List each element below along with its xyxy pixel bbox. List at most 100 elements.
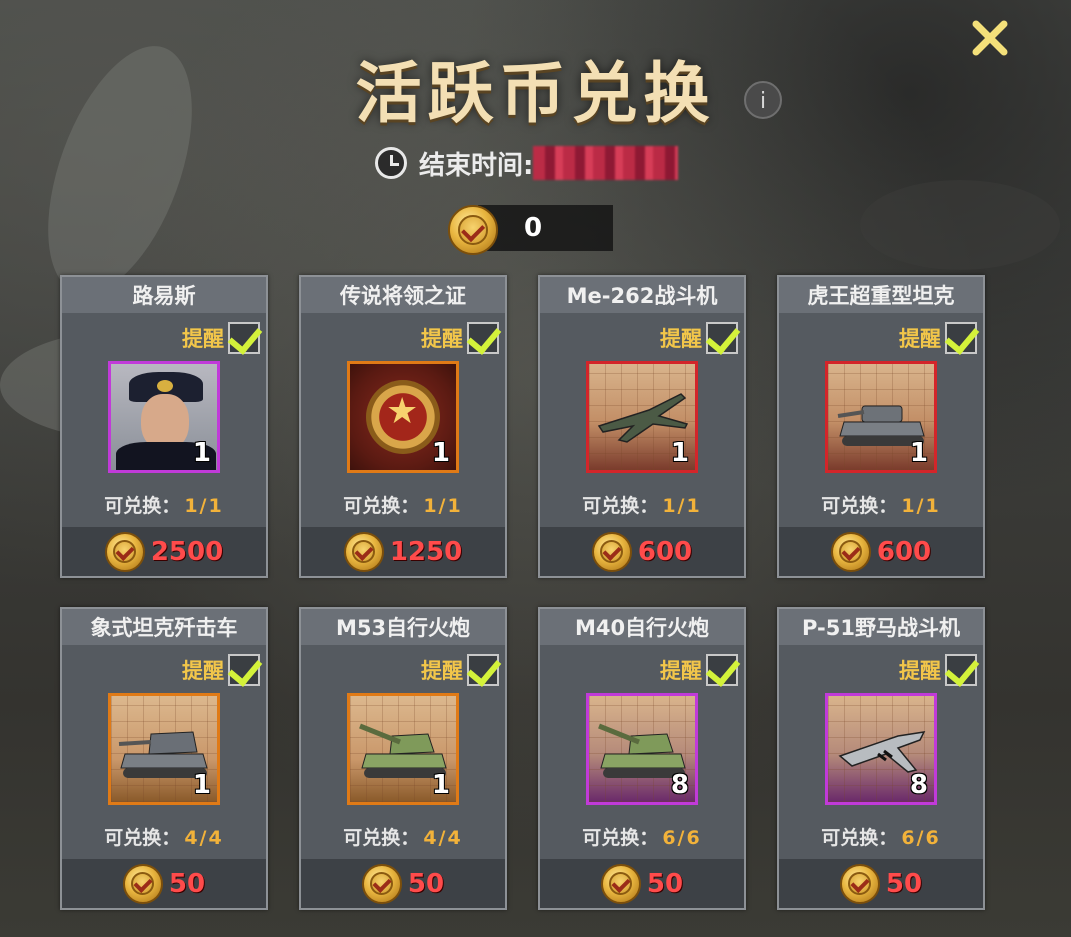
price-value: 50 [168,868,206,899]
exchange-price-button[interactable]: 50 [779,859,983,908]
reminder-checkbox[interactable] [227,651,263,687]
reminder-toggle[interactable]: 提醒 [421,319,502,355]
reminder-checkbox[interactable] [466,319,502,355]
price-value: 1250 [389,536,463,567]
checkmark-icon [944,319,980,355]
info-button[interactable]: i [744,81,782,119]
page-title: 活跃币兑换 [355,55,716,132]
item-slot[interactable]: 1 [108,361,220,473]
reminder-toggle[interactable]: 提醒 [421,651,502,687]
item-name: 虎王超重型坦克 [779,277,983,313]
close-icon [972,20,1008,56]
item-slot[interactable]: ★ 1 [347,361,459,473]
exchange-limit: 可兑换： 4/4 [301,823,505,850]
price-value: 50 [885,868,923,899]
item-count: 1 [670,438,689,468]
exchange-price-button[interactable]: 1250 [301,527,505,576]
reminder-label: 提醒 [899,659,941,683]
reminder-label: 提醒 [421,327,463,351]
checkmark-icon [227,319,263,355]
balance-value: 0 [523,213,543,243]
item-name: 路易斯 [62,277,266,313]
reminder-label: 提醒 [182,659,224,683]
item-slot[interactable]: 8 [825,693,937,805]
exchange-card[interactable]: M40自行火炮 提醒 8 可兑换： 6/6 50 [538,607,746,910]
item-count: 1 [431,438,450,468]
reminder-toggle[interactable]: 提醒 [660,319,741,355]
reminder-checkbox[interactable] [705,651,741,687]
exchange-price-button[interactable]: 50 [301,859,505,908]
reminder-label: 提醒 [182,327,224,351]
exchange-limit-value: 6/6 [901,827,941,849]
exchange-card[interactable]: 路易斯 提醒 1 可兑换： 1/1 2500 [60,275,268,578]
checkmark-icon [227,651,263,687]
reminder-toggle[interactable]: 提醒 [899,319,980,355]
item-slot[interactable]: 1 [108,693,220,805]
reminder-checkbox[interactable] [944,319,980,355]
checkmark-icon [466,651,502,687]
reminder-toggle[interactable]: 提醒 [660,651,741,687]
reminder-toggle[interactable]: 提醒 [182,651,263,687]
exchange-card[interactable]: 象式坦克歼击车 提醒 1 可兑换： 4/4 50 [60,607,268,910]
item-count: 8 [909,770,928,800]
item-name: M40自行火炮 [540,609,744,645]
item-slot[interactable]: 1 [347,693,459,805]
reminder-label: 提醒 [421,659,463,683]
exchange-limit: 可兑换： 1/1 [540,491,744,518]
checkmark-icon [705,319,741,355]
reminder-checkbox[interactable] [705,319,741,355]
activity-coin-icon [830,531,871,572]
exchange-limit: 可兑换： 1/1 [62,491,266,518]
close-button[interactable] [968,16,1012,60]
reminder-label: 提醒 [660,659,702,683]
activity-coin-icon [600,863,641,904]
exchange-limit-value: 1/1 [184,495,224,517]
price-value: 600 [876,536,932,567]
activity-coin-icon [591,531,632,572]
exchange-card[interactable]: Me-262战斗机 提醒 1 可兑换： 1/1 600 [538,275,746,578]
exchange-limit-value: 1/1 [901,495,941,517]
exchange-price-button[interactable]: 600 [540,527,744,576]
exchangeable-label: 可兑换： [104,827,181,849]
exchange-limit: 可兑换： 6/6 [779,823,983,850]
exchange-price-button[interactable]: 600 [779,527,983,576]
item-name: M53自行火炮 [301,609,505,645]
reminder-toggle[interactable]: 提醒 [899,651,980,687]
exchangeable-label: 可兑换： [821,495,898,517]
end-time-label: 结束时间: [419,150,534,181]
item-slot[interactable]: 1 [825,361,937,473]
checkmark-icon [705,651,741,687]
activity-coin-icon [122,863,163,904]
item-slot[interactable]: 8 [586,693,698,805]
price-value: 50 [407,868,445,899]
exchange-limit-value: 6/6 [662,827,702,849]
exchangeable-label: 可兑换： [582,495,659,517]
exchange-limit: 可兑换： 1/1 [779,491,983,518]
item-slot[interactable]: 1 [586,361,698,473]
reminder-checkbox[interactable] [944,651,980,687]
exchange-card[interactable]: 传说将领之证 提醒 ★ 1 可兑换： 1/1 1250 [299,275,507,578]
exchange-price-button[interactable]: 2500 [62,527,266,576]
item-name: 象式坦克歼击车 [62,609,266,645]
exchange-card[interactable]: M53自行火炮 提醒 1 可兑换： 4/4 50 [299,607,507,910]
reminder-toggle[interactable]: 提醒 [182,319,263,355]
exchange-price-button[interactable]: 50 [540,859,744,908]
checkmark-icon [944,651,980,687]
exchange-card[interactable]: P-51野马战斗机 提醒 8 可兑换： 6/6 50 [777,607,985,910]
exchange-limit-value: 1/1 [423,495,463,517]
exchange-card[interactable]: 虎王超重型坦克 提醒 1 可兑换： 1/1 600 [777,275,985,578]
exchangeable-label: 可兑换： [582,827,659,849]
activity-coin-icon [839,863,880,904]
exchange-price-button[interactable]: 50 [62,859,266,908]
background-smoke [860,180,1060,270]
activity-coin-icon [361,863,402,904]
item-count: 1 [192,438,211,468]
reminder-checkbox[interactable] [227,319,263,355]
item-name: Me-262战斗机 [540,277,744,313]
price-value: 50 [646,868,684,899]
reminder-label: 提醒 [899,327,941,351]
exchange-limit-value: 1/1 [662,495,702,517]
end-time: 结束时间: [375,145,679,181]
exchangeable-label: 可兑换： [821,827,898,849]
reminder-checkbox[interactable] [466,651,502,687]
